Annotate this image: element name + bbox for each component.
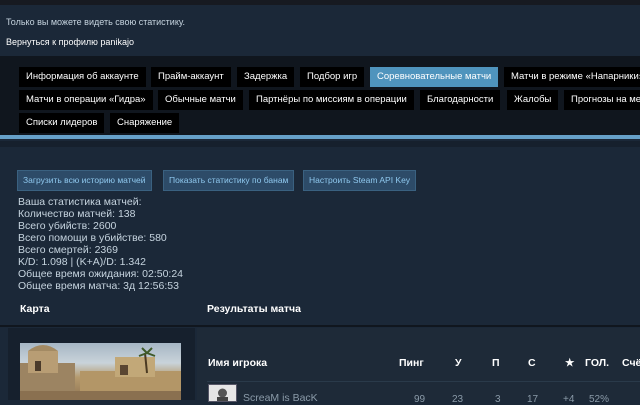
stat-deaths: Всего смертей: 2369	[18, 244, 118, 256]
ban-stats-button[interactable]: Показать статистику по банам	[163, 170, 295, 191]
row-separator	[207, 381, 640, 382]
tab-reports[interactable]: Жалобы	[507, 90, 559, 110]
stat-assists: Всего помощи в убийстве: 580	[18, 232, 167, 244]
map-thumbnail-art	[20, 345, 181, 400]
stats-title: Ваша статистика матчей:	[18, 196, 142, 208]
player-name-link[interactable]: ScreaM is BacK	[243, 392, 318, 404]
tab-casual[interactable]: Обычные матчи	[158, 90, 243, 110]
col-assists: П	[492, 357, 500, 369]
api-key-button[interactable]: Настроить Steam API Key	[303, 170, 417, 191]
section-divider	[0, 141, 640, 147]
col-deaths: С	[528, 357, 536, 369]
load-history-button[interactable]: Загрузить всю историю матчей	[17, 170, 152, 191]
col-score: Счё	[622, 357, 640, 369]
top-strip	[0, 0, 640, 5]
map-thumbnail	[20, 343, 181, 400]
col-player-name: Имя игрока	[208, 357, 268, 369]
privacy-notice: Только вы можете видеть свою статистику.	[6, 17, 185, 27]
tab-underline	[0, 135, 640, 139]
table-divider	[0, 325, 640, 327]
stat-wait-time: Общее время ожидания: 02:50:24	[18, 268, 184, 280]
match-stats: Ваша статистика матчей: Количество матче…	[18, 196, 183, 292]
stat-kills: Всего убийств: 2600	[18, 220, 117, 232]
tab-latency[interactable]: Задержка	[237, 67, 295, 87]
stat-kd: K/D: 1.098 | (K+A)/D: 1.342	[18, 256, 146, 268]
tab-mission-partners[interactable]: Партнёры по миссиям в операции	[249, 90, 414, 110]
avatar-icon	[209, 385, 236, 401]
tab-leaderboards[interactable]: Списки лидеров	[19, 113, 105, 133]
back-to-profile-link[interactable]: Вернуться к профилю panikajo	[6, 37, 134, 47]
tab-equipment[interactable]: Снаряжение	[110, 113, 180, 133]
tab-account-info[interactable]: Информация об аккаунте	[19, 67, 146, 87]
tab-predictions[interactable]: Прогнозы на ме	[564, 90, 640, 110]
results-column-header: Результаты матча	[207, 303, 301, 315]
stat-matches: Количество матчей: 138	[18, 208, 136, 220]
col-mvp-star: ★	[565, 357, 575, 369]
tab-hydra[interactable]: Матчи в операции «Гидра»	[19, 90, 153, 110]
tab-prime[interactable]: Прайм-аккаунт	[151, 67, 231, 87]
tab-matchmaking[interactable]: Подбор игр	[300, 67, 365, 87]
player-avatar[interactable]	[208, 384, 237, 402]
tab-competitive[interactable]: Соревновательные матчи	[370, 67, 499, 87]
col-ping: Пинг	[399, 357, 424, 369]
tab-wingman[interactable]: Матчи в режиме «Напарники»	[504, 67, 640, 87]
stat-match-time: Общее время матча: 3д 12:56:53	[18, 280, 179, 292]
col-headshots: ГОЛ.	[585, 357, 610, 369]
tab-commendations[interactable]: Благодарности	[420, 90, 501, 110]
tab-panel: Информация об аккаунте Прайм-аккаунт Зад…	[0, 56, 640, 136]
col-kills: У	[455, 357, 462, 369]
map-column-header: Карта	[20, 303, 50, 315]
